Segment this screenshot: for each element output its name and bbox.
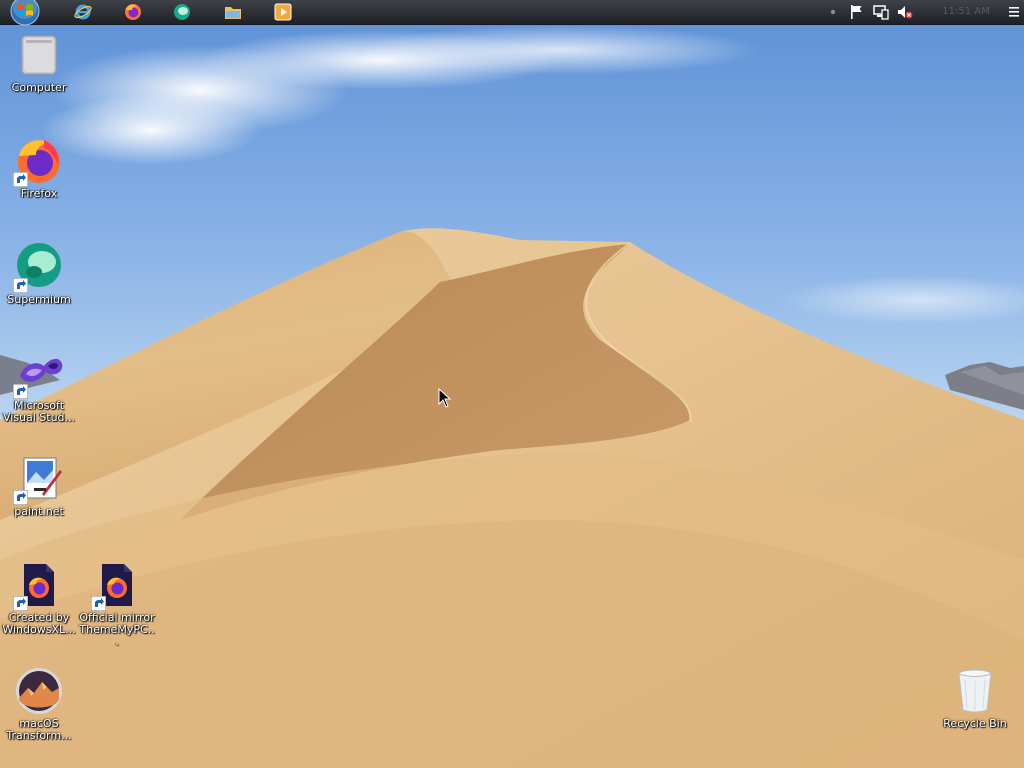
firefox-icon bbox=[125, 4, 141, 20]
desktop-icon-official-mirror[interactable]: Official mirror ThemeMyPC... bbox=[78, 560, 156, 648]
desktop-icon-recycle-bin[interactable]: Recycle Bin bbox=[936, 666, 1014, 730]
tray-volume[interactable] bbox=[896, 3, 914, 21]
folder-icon bbox=[225, 7, 241, 19]
desktop-icon-label: paint.net bbox=[14, 505, 64, 518]
desktop-icon-label: Recycle Bin bbox=[943, 717, 1007, 730]
desktop-icon-label: Created by WindowsXL... bbox=[2, 611, 76, 636]
mouse-cursor-icon bbox=[438, 388, 452, 408]
shortcut-arrow-icon bbox=[13, 596, 28, 611]
desktop-icon-macos-transformation[interactable]: macOS Transform... bbox=[0, 666, 78, 742]
computer-icon bbox=[21, 35, 57, 75]
desktop-icon-paint-net[interactable]: paint.net bbox=[0, 454, 78, 518]
desktop-icon-label: Supermium bbox=[7, 293, 71, 306]
desktop-icon-created-by[interactable]: Created by WindowsXL... bbox=[0, 560, 78, 636]
taskbar-firefox-button[interactable] bbox=[116, 1, 150, 23]
tray-network[interactable] bbox=[872, 3, 890, 21]
desktop-icon-label: Computer bbox=[11, 81, 67, 94]
show-desktop-button[interactable] bbox=[1006, 3, 1022, 21]
start-button[interactable] bbox=[4, 0, 46, 26]
shortcut-arrow-icon bbox=[13, 172, 28, 187]
network-icon bbox=[873, 5, 889, 20]
recycle-bin-icon bbox=[958, 669, 992, 713]
taskbar: 11:51 AM bbox=[0, 0, 1024, 26]
media-player-icon bbox=[274, 3, 292, 21]
desktop-icon-computer[interactable]: Computer bbox=[0, 30, 78, 94]
shortcut-arrow-icon bbox=[13, 278, 28, 293]
shortcut-arrow-icon bbox=[91, 596, 106, 611]
taskbar-file-explorer-button[interactable] bbox=[216, 1, 250, 23]
windows-logo-icon bbox=[10, 0, 40, 26]
taskbar-clock[interactable]: 11:51 AM bbox=[934, 5, 998, 19]
taskbar-internet-explorer-button[interactable] bbox=[66, 1, 100, 23]
tray-overflow-dot[interactable] bbox=[828, 3, 838, 21]
internet-explorer-icon bbox=[74, 4, 92, 20]
shortcut-arrow-icon bbox=[13, 490, 28, 505]
desktop-icon-visual-studio[interactable]: Microsoft Visual Stud... bbox=[0, 348, 78, 424]
taskbar-supermium-button[interactable] bbox=[165, 1, 199, 23]
dot-icon bbox=[830, 9, 836, 15]
taskbar-media-player-button[interactable] bbox=[266, 1, 300, 23]
menu-lines-icon bbox=[1009, 7, 1019, 17]
desktop-icon-label: Official mirror ThemeMyPC... bbox=[79, 611, 155, 648]
shortcut-arrow-icon bbox=[13, 384, 28, 399]
tray-action-center[interactable] bbox=[848, 3, 866, 21]
volume-muted-icon bbox=[898, 6, 913, 19]
desktop-icon-label: Firefox bbox=[20, 187, 58, 200]
action-center-flag-icon bbox=[851, 5, 862, 19]
desktop-icon-supermium[interactable]: Supermium bbox=[0, 242, 78, 306]
desktop-icon-label: Microsoft Visual Stud... bbox=[2, 399, 76, 424]
supermium-icon bbox=[174, 4, 190, 20]
macos-transformation-icon bbox=[16, 668, 62, 714]
desktop-icon-label: macOS Transform... bbox=[6, 717, 72, 742]
desktop-icon-firefox[interactable]: Firefox bbox=[0, 136, 78, 200]
desktop-wallpaper bbox=[0, 0, 1024, 768]
